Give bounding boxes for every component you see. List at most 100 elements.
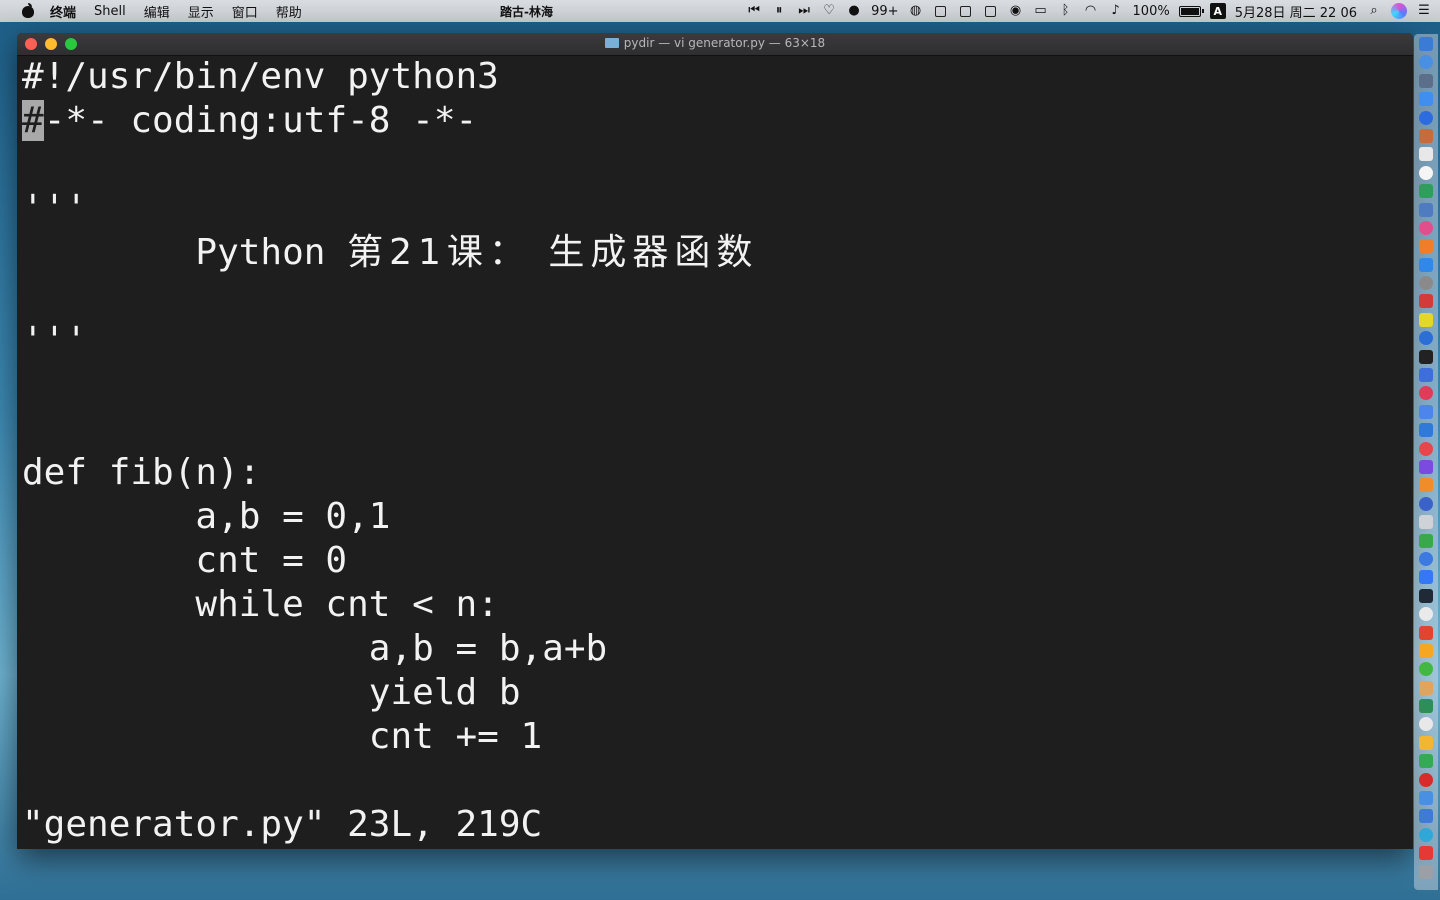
menu-item-shell[interactable]: Shell bbox=[94, 4, 126, 19]
dock-app-icon[interactable] bbox=[1419, 772, 1433, 787]
clock[interactable]: 5月28日 周二 22 06 bbox=[1235, 2, 1357, 21]
next-track-icon[interactable]: ⏭ bbox=[796, 3, 812, 19]
dock-app-icon[interactable] bbox=[1419, 331, 1433, 346]
code-line: a,b = 0,1 bbox=[22, 496, 391, 537]
input-method-indicator[interactable]: A bbox=[1209, 3, 1226, 19]
capture-icon[interactable] bbox=[983, 3, 999, 19]
dock-app-icon[interactable] bbox=[1419, 147, 1433, 162]
dock-app-icon[interactable] bbox=[1419, 368, 1433, 383]
previous-track-icon[interactable]: ⏮ bbox=[746, 3, 762, 19]
dock-app-icon[interactable] bbox=[1419, 257, 1433, 272]
volume-icon[interactable]: ♪ bbox=[1108, 3, 1124, 19]
vim-status-line: "generator.py" 23L, 219C bbox=[22, 804, 543, 845]
code-line: ''' bbox=[22, 320, 88, 361]
screenshot-icon[interactable] bbox=[933, 3, 949, 19]
code-line: yield b bbox=[22, 672, 521, 713]
dock-app-icon[interactable] bbox=[1419, 202, 1433, 217]
accessibility-icon[interactable]: ◉ bbox=[1008, 3, 1024, 19]
dock-app-icon[interactable] bbox=[1419, 349, 1433, 364]
dock-app-icon[interactable] bbox=[1419, 533, 1433, 548]
code-line-text: -*- coding:utf-8 -*- bbox=[43, 100, 478, 141]
window-title-text: pydir — vi generator.py — 63×18 bbox=[623, 36, 826, 50]
dock-app-icon[interactable] bbox=[1419, 37, 1433, 51]
siri-icon[interactable] bbox=[1391, 3, 1407, 19]
dock-app-icon[interactable] bbox=[1419, 441, 1433, 456]
dock-app-icon[interactable] bbox=[1419, 846, 1433, 861]
dock-app-icon[interactable] bbox=[1419, 699, 1433, 714]
bluetooth-icon[interactable]: ᛒ bbox=[1058, 3, 1074, 19]
ball-icon[interactable]: ● bbox=[846, 3, 862, 19]
code-line: a,b = b,a+b bbox=[22, 628, 608, 669]
menu-item-window[interactable]: 窗口 bbox=[232, 2, 258, 21]
now-playing-title[interactable]: 踏古-林海 bbox=[500, 3, 553, 20]
dock-app-icon[interactable] bbox=[1419, 827, 1433, 842]
terminal-content[interactable]: #!/usr/bin/env python3 #-*- coding:utf-8… bbox=[22, 55, 1413, 849]
dock-app-icon[interactable] bbox=[1419, 515, 1433, 530]
menu-bar: 终端 Shell 编辑 显示 窗口 帮助 踏古-林海 ⏮ ⏸ ⏭ ♡ ● 99+… bbox=[0, 0, 1440, 22]
code-line: cnt += 1 bbox=[22, 716, 543, 757]
wifi-icon[interactable]: ◠ bbox=[1083, 3, 1099, 19]
dock-app-icon[interactable] bbox=[1419, 165, 1433, 180]
dock-app-icon[interactable] bbox=[1419, 404, 1433, 419]
menu-item-edit[interactable]: 编辑 bbox=[144, 2, 170, 21]
dock-app-icon[interactable] bbox=[1419, 864, 1433, 879]
notification-count-badge[interactable]: 99+ bbox=[871, 4, 898, 19]
dock bbox=[1414, 34, 1438, 890]
dock-app-icon[interactable] bbox=[1419, 662, 1433, 677]
heart-icon[interactable]: ♡ bbox=[821, 3, 837, 19]
apple-menu-icon[interactable] bbox=[18, 3, 38, 19]
dock-app-icon[interactable] bbox=[1419, 239, 1433, 254]
dock-app-icon[interactable] bbox=[1419, 276, 1433, 291]
dock-app-icon[interactable] bbox=[1419, 220, 1433, 235]
menu-item-help[interactable]: 帮助 bbox=[276, 2, 302, 21]
menu-item-terminal[interactable]: 终端 bbox=[50, 2, 76, 21]
dock-app-icon[interactable] bbox=[1419, 680, 1433, 695]
dock-app-icon[interactable] bbox=[1419, 73, 1433, 88]
text-cursor: # bbox=[22, 100, 44, 141]
dock-app-icon[interactable] bbox=[1419, 92, 1433, 107]
dock-app-icon[interactable] bbox=[1419, 496, 1433, 511]
wechat-icon[interactable]: ◍ bbox=[908, 3, 924, 19]
dock-app-icon[interactable] bbox=[1419, 625, 1433, 640]
window-titlebar[interactable]: pydir — vi generator.py — 63×18 bbox=[17, 33, 1413, 56]
dock-app-icon[interactable] bbox=[1419, 588, 1433, 603]
window-switch-icon[interactable] bbox=[958, 3, 974, 19]
dock-app-icon[interactable] bbox=[1419, 791, 1433, 806]
menu-item-view[interactable]: 显示 bbox=[188, 2, 214, 21]
dock-app-icon[interactable] bbox=[1419, 423, 1433, 438]
code-line: cnt = 0 bbox=[22, 540, 348, 581]
battery-icon[interactable] bbox=[1178, 5, 1204, 17]
dock-app-icon[interactable] bbox=[1419, 184, 1433, 199]
folder-icon bbox=[604, 38, 619, 48]
notification-center-icon[interactable]: ☰ bbox=[1416, 3, 1432, 19]
dock-app-icon[interactable] bbox=[1419, 717, 1433, 732]
code-line-text-chinese: 第21课： 生成器函数 bbox=[347, 232, 759, 273]
dock-app-icon[interactable] bbox=[1419, 607, 1433, 622]
dock-app-icon[interactable] bbox=[1419, 809, 1433, 824]
dock-app-icon[interactable] bbox=[1419, 570, 1433, 585]
dock-app-icon[interactable] bbox=[1419, 551, 1433, 566]
code-line: #-*- coding:utf-8 -*- bbox=[22, 99, 1413, 143]
dock-app-icon[interactable] bbox=[1419, 459, 1433, 474]
dock-app-icon[interactable] bbox=[1419, 754, 1433, 769]
airplay-icon[interactable]: ▭ bbox=[1033, 3, 1049, 19]
dock-app-icon[interactable] bbox=[1419, 110, 1433, 125]
dock-app-icon[interactable] bbox=[1419, 294, 1433, 309]
code-line: Python 第21课： 生成器函数 bbox=[22, 231, 1413, 275]
code-line: def fib(n): bbox=[22, 452, 261, 493]
window-title: pydir — vi generator.py — 63×18 bbox=[17, 36, 1413, 50]
pause-icon[interactable]: ⏸ bbox=[771, 3, 787, 19]
dock-app-icon[interactable] bbox=[1419, 643, 1433, 658]
dock-app-icon[interactable] bbox=[1419, 735, 1433, 750]
dock-app-icon[interactable] bbox=[1419, 386, 1433, 401]
spotlight-search-icon[interactable]: ⌕ bbox=[1366, 3, 1382, 19]
dock-app-icon[interactable] bbox=[1419, 478, 1433, 493]
dock-app-icon[interactable] bbox=[1419, 55, 1433, 70]
battery-percent[interactable]: 100% bbox=[1133, 4, 1170, 19]
dock-app-icon[interactable] bbox=[1419, 128, 1433, 143]
dock-app-icon[interactable] bbox=[1419, 312, 1433, 327]
